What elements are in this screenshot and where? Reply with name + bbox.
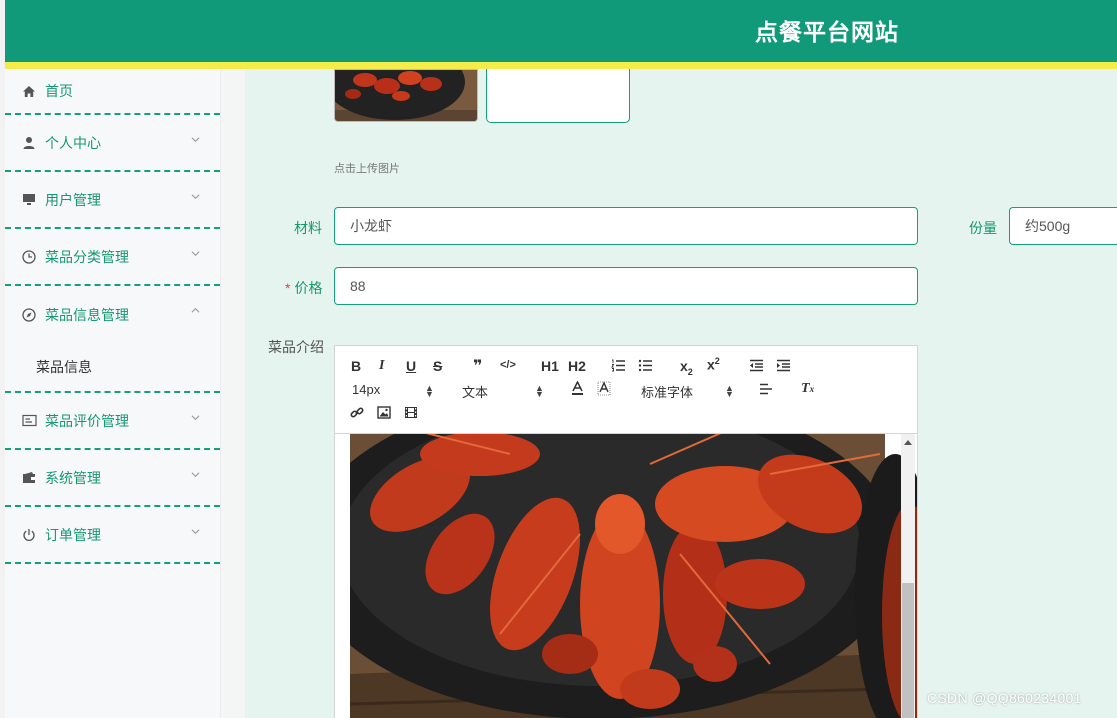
- sidebar-item-label: 首页: [45, 83, 73, 99]
- ordered-list-icon[interactable]: [611, 359, 626, 372]
- italic-button[interactable]: I: [379, 358, 384, 374]
- price-label-text: 价格: [294, 280, 323, 296]
- sidebar-item-label: 菜品分类管理: [45, 248, 129, 265]
- sidebar-item-label: 菜品评价管理: [45, 412, 129, 429]
- blockquote-button[interactable]: ❞: [473, 356, 482, 376]
- underline-button[interactable]: U: [406, 358, 416, 374]
- home-icon: [21, 83, 37, 99]
- heading1-button[interactable]: H1: [541, 358, 559, 374]
- chevron-down-icon: [191, 251, 200, 257]
- editor-content[interactable]: [335, 434, 917, 718]
- sidebar-item-category-management[interactable]: 菜品分类管理: [5, 229, 220, 286]
- sidebar-item-dish-info-management[interactable]: 菜品信息管理: [5, 286, 220, 343]
- portion-label: 份量: [969, 220, 997, 236]
- subscript-button[interactable]: x2: [680, 358, 693, 377]
- code-block-button[interactable]: </>: [500, 359, 516, 371]
- heading2-button[interactable]: H2: [568, 358, 586, 374]
- header-accent-stripe: [5, 62, 1117, 69]
- video-icon[interactable]: [404, 406, 418, 419]
- clear-format-icon[interactable]: Tx: [801, 381, 814, 397]
- outdent-icon[interactable]: [749, 359, 764, 372]
- bold-button[interactable]: B: [351, 358, 361, 374]
- crayfish-photo: [350, 434, 917, 718]
- indent-icon[interactable]: [776, 359, 791, 372]
- font-size-select[interactable]: 14px: [352, 382, 380, 397]
- description-label: 菜品介绍: [268, 339, 324, 355]
- uploaded-dish-thumbnail[interactable]: [334, 69, 478, 122]
- chevron-down-icon: [191, 472, 200, 478]
- sidebar-subitem-dish-info[interactable]: 菜品信息: [5, 343, 220, 393]
- rich-text-editor[interactable]: B I U S ❞ </> H1 H2 x2 x2 14px ▲ ▼ 文本 ▲ …: [334, 345, 918, 718]
- select-arrows-icon: ▼: [535, 389, 544, 399]
- align-left-icon[interactable]: [759, 383, 773, 395]
- price-input[interactable]: 88: [334, 267, 918, 305]
- scrollbar-thumb[interactable]: [902, 583, 914, 718]
- strikethrough-button[interactable]: S: [433, 358, 442, 374]
- price-label: * 价格: [285, 278, 322, 298]
- card-icon: [21, 413, 37, 429]
- image-upload-box[interactable]: [486, 69, 630, 123]
- text-type-select[interactable]: 文本: [462, 382, 488, 401]
- sidebar-item-label: 用户管理: [45, 191, 101, 208]
- sidebar-item-review-management[interactable]: 菜品评价管理: [5, 393, 220, 450]
- background-color-icon[interactable]: [597, 381, 611, 396]
- sidebar-item-user-management[interactable]: 用户管理: [5, 172, 220, 229]
- chevron-down-icon: [191, 194, 200, 200]
- select-arrows-icon: ▼: [425, 389, 434, 399]
- sidebar-item-home[interactable]: 首页: [5, 69, 220, 115]
- sidebar-item-personal-center[interactable]: 个人中心: [5, 115, 220, 172]
- wallet-icon: [21, 470, 37, 486]
- sidebar: 首页 个人中心 用户管理 菜品分类管理 菜品信息管理 菜品信息 菜品评价管理 系…: [5, 69, 221, 718]
- chevron-down-icon: [191, 415, 200, 421]
- upload-hint: 点击上传图片: [334, 163, 400, 175]
- watermark: CSDN @QQ860234001: [927, 690, 1082, 706]
- superscript-button[interactable]: x2: [707, 356, 720, 373]
- portion-input[interactable]: 约500g: [1009, 207, 1117, 245]
- user-icon: [21, 135, 37, 151]
- link-icon[interactable]: [350, 406, 364, 420]
- font-family-select[interactable]: 标准字体: [641, 382, 693, 401]
- material-input[interactable]: 小龙虾: [334, 207, 918, 245]
- required-mark: *: [285, 280, 291, 296]
- clock-icon: [21, 249, 37, 265]
- sidebar-item-label: 个人中心: [45, 134, 101, 151]
- sidebar-item-label: 系统管理: [45, 469, 101, 486]
- compass-icon: [21, 307, 37, 323]
- chevron-up-icon: [191, 307, 200, 313]
- site-title: 点餐平台网站: [755, 19, 899, 45]
- scroll-up-arrow-icon[interactable]: [904, 440, 912, 445]
- power-icon: [21, 527, 37, 543]
- material-label: 材料: [294, 220, 322, 236]
- font-color-icon[interactable]: [571, 381, 584, 396]
- content-gutter: [221, 69, 245, 718]
- sidebar-item-system-management[interactable]: 系统管理: [5, 450, 220, 507]
- bullet-list-icon[interactable]: [638, 359, 653, 372]
- sidebar-item-label: 订单管理: [45, 526, 101, 543]
- sidebar-item-label: 菜品信息管理: [45, 306, 129, 323]
- chevron-down-icon: [191, 137, 200, 143]
- editor-scrollbar[interactable]: [901, 434, 915, 718]
- editor-toolbar: B I U S ❞ </> H1 H2 x2 x2 14px ▲ ▼ 文本 ▲ …: [335, 346, 917, 434]
- sidebar-item-order-management[interactable]: 订单管理: [5, 507, 220, 564]
- image-icon[interactable]: [377, 406, 391, 419]
- top-header: [5, 0, 1117, 62]
- select-arrows-icon: ▼: [725, 389, 734, 399]
- monitor-icon: [21, 192, 37, 208]
- chevron-down-icon: [191, 529, 200, 535]
